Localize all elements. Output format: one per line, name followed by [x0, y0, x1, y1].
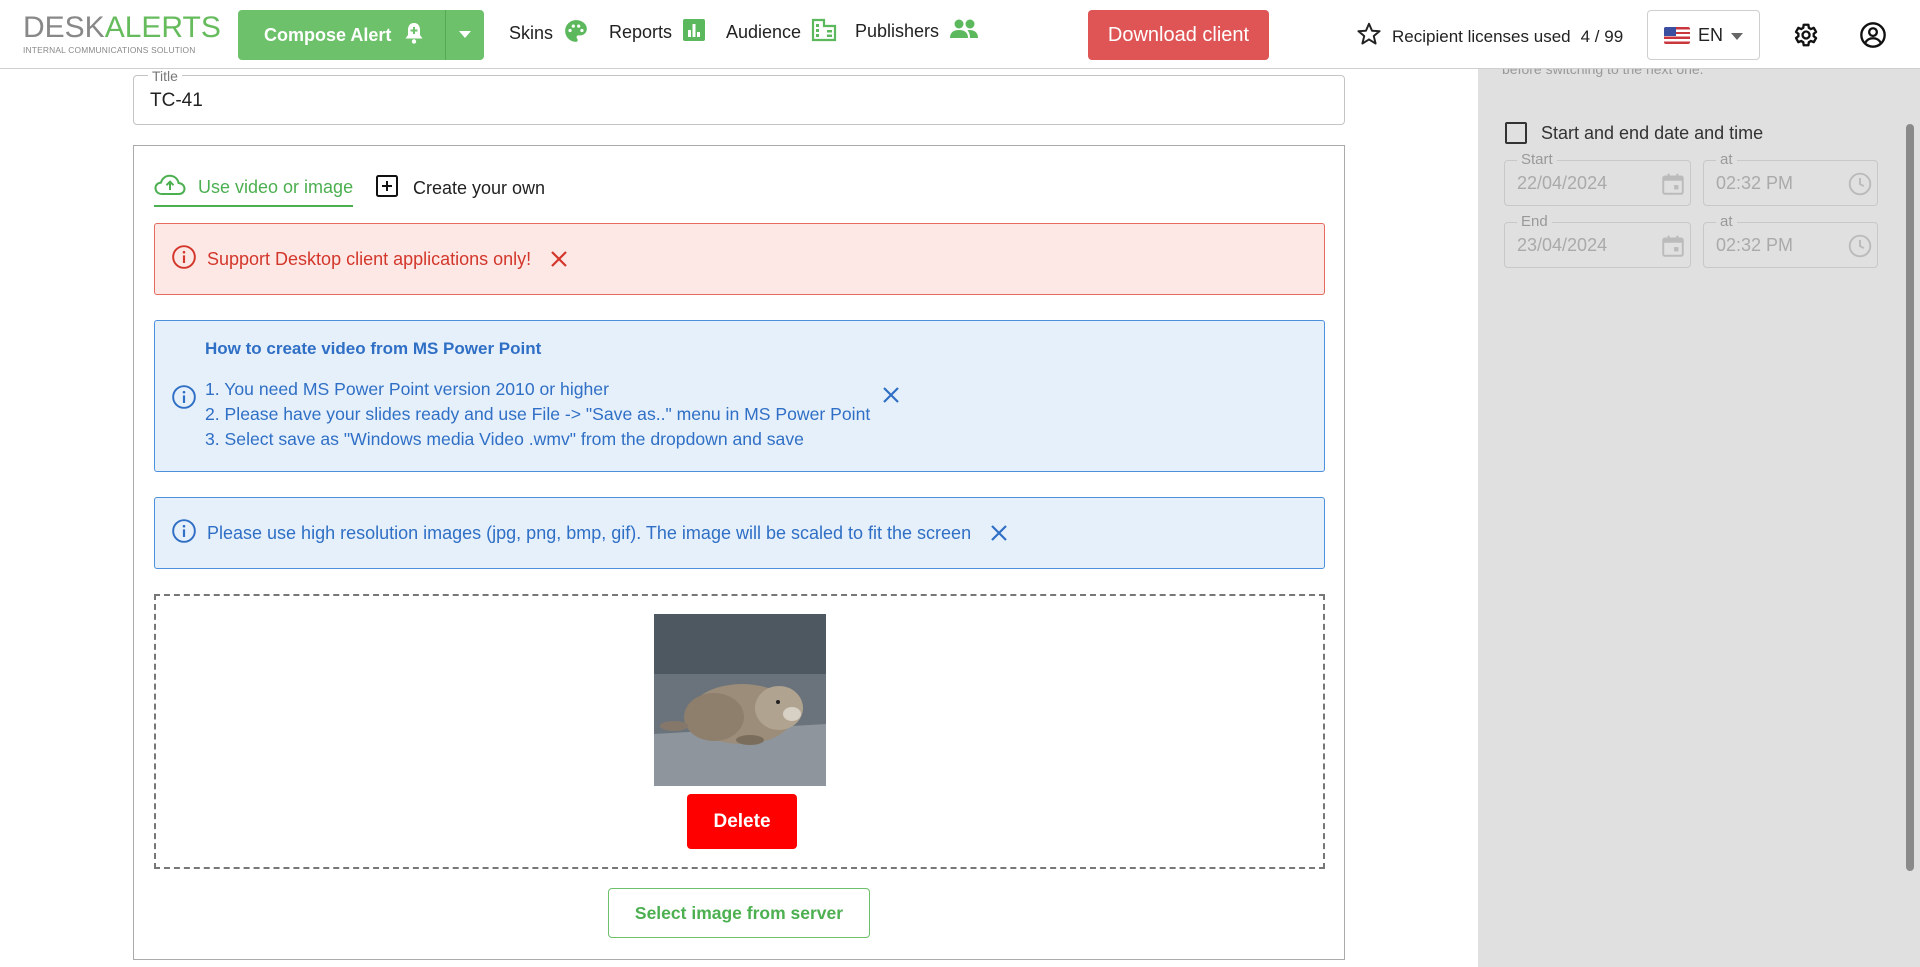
- bar-chart-icon: [682, 18, 706, 47]
- nav-audience-label: Audience: [726, 22, 802, 42]
- nav-reports[interactable]: Reports: [609, 18, 706, 47]
- add-box-icon: [375, 174, 399, 203]
- logo-text-alerts: ALERTS: [104, 11, 221, 44]
- info-icon: [171, 244, 197, 275]
- start-time-label: at: [1716, 151, 1737, 168]
- nav-publishers[interactable]: Publishers: [855, 18, 979, 45]
- top-navbar: DESKALERTS INTERNAL COMMUNICATIONS SOLUT…: [0, 0, 1920, 69]
- caret-down-icon: [1731, 25, 1743, 46]
- cloud-upload-icon: [154, 174, 186, 201]
- palette-icon: [563, 18, 589, 49]
- compose-alert-button[interactable]: Compose Alert: [238, 10, 447, 60]
- high-resolution-alert-text: Please use high resolution images (jpg, …: [207, 522, 972, 543]
- nav-reports-label: Reports: [609, 22, 673, 42]
- compose-alert-group: Compose Alert: [238, 10, 485, 60]
- licenses-value: 4 / 99: [1580, 26, 1624, 46]
- nav-skins[interactable]: Skins: [509, 18, 589, 49]
- settings-gear-icon[interactable]: [1789, 19, 1821, 51]
- tab-create-label: Create your own: [413, 178, 546, 198]
- language-select[interactable]: EN: [1647, 10, 1760, 60]
- download-client-button[interactable]: Download client: [1088, 10, 1269, 60]
- howto-steps: 1. You need MS Power Point version 2010 …: [205, 377, 870, 452]
- checkbox-box[interactable]: [1505, 122, 1527, 144]
- tab-use-label: Use video or image: [198, 177, 354, 197]
- desktop-only-alert: Support Desktop client applications only…: [154, 223, 1325, 295]
- start-end-datetime-label: Start and end date and time: [1541, 122, 1764, 143]
- info-icon: [171, 518, 197, 549]
- calendar-icon[interactable]: [1660, 171, 1686, 202]
- compose-alert-label: Compose Alert: [264, 24, 392, 45]
- title-field[interactable]: Title TC-41: [133, 68, 1345, 125]
- language-label: EN: [1697, 24, 1723, 45]
- delete-image-button[interactable]: Delete: [687, 794, 797, 849]
- howto-step: 2. Please have your slides ready and use…: [205, 404, 871, 424]
- recipient-licenses[interactable]: Recipient licenses used 4 / 99: [1356, 21, 1623, 52]
- caret-down-icon: [459, 26, 472, 44]
- end-date-label: End: [1517, 213, 1552, 230]
- page-scrollbar[interactable]: [1906, 124, 1914, 871]
- settings-side-panel: before switching to the next one. Start …: [1478, 61, 1920, 967]
- us-flag-icon: [1663, 26, 1690, 44]
- high-resolution-alert: Please use high resolution images (jpg, …: [154, 497, 1325, 569]
- uploaded-image-preview: [654, 614, 826, 786]
- people-icon: [949, 18, 979, 45]
- tab-use-video-or-image[interactable]: Use video or image: [154, 174, 354, 207]
- nav-skins-label: Skins: [509, 23, 554, 43]
- logo-tagline: INTERNAL COMMUNICATIONS SOLUTION: [23, 45, 196, 55]
- logo[interactable]: DESKALERTS INTERNAL COMMUNICATIONS SOLUT…: [23, 11, 221, 56]
- calendar-icon[interactable]: [1660, 233, 1686, 264]
- end-time-value: 02:32 PM: [1716, 235, 1794, 255]
- howto-step: 3. Select save as "Windows media Video .…: [205, 429, 804, 449]
- account-circle-icon[interactable]: [1857, 19, 1889, 51]
- close-icon[interactable]: [989, 523, 1009, 543]
- info-icon: [171, 384, 197, 415]
- end-time-field[interactable]: at 02:32 PM: [1703, 213, 1878, 268]
- end-time-label: at: [1716, 213, 1737, 230]
- compose-dropdown-button[interactable]: [446, 10, 485, 60]
- close-icon[interactable]: [881, 385, 901, 410]
- powerpoint-howto-alert: How to create video from MS Power Point …: [154, 320, 1325, 472]
- start-date-value: 22/04/2024: [1517, 173, 1608, 193]
- end-date-field[interactable]: End 23/04/2024: [1504, 213, 1691, 268]
- licenses-label: Recipient licenses used: [1392, 26, 1571, 46]
- nav-audience[interactable]: Audience: [726, 18, 837, 47]
- howto-title: How to create video from MS Power Point: [205, 339, 542, 358]
- clock-icon[interactable]: [1847, 233, 1873, 264]
- end-date-value: 23/04/2024: [1517, 235, 1608, 255]
- desktop-only-alert-text: Support Desktop client applications only…: [207, 248, 532, 269]
- start-date-field[interactable]: Start 22/04/2024: [1504, 151, 1691, 206]
- close-icon[interactable]: [549, 249, 569, 269]
- nav-publishers-label: Publishers: [855, 21, 940, 41]
- tab-create-your-own[interactable]: Create your own: [375, 174, 545, 203]
- start-time-value: 02:32 PM: [1716, 173, 1794, 193]
- clock-icon[interactable]: [1847, 171, 1873, 202]
- bell-plus-icon: [403, 21, 425, 50]
- start-date-label: Start: [1517, 151, 1557, 168]
- star-icon: [1356, 21, 1382, 52]
- title-field-legend: Title: [148, 68, 182, 84]
- image-dropzone[interactable]: Delete: [154, 594, 1325, 869]
- logo-text-desk: DESK: [23, 11, 105, 44]
- howto-step: 1. You need MS Power Point version 2010 …: [205, 379, 609, 399]
- start-end-datetime-checkbox[interactable]: Start and end date and time: [1505, 122, 1763, 144]
- content-card: Use video or image Create your own Suppo…: [133, 145, 1345, 960]
- start-time-field[interactable]: at 02:32 PM: [1703, 151, 1878, 206]
- select-image-from-server-button[interactable]: Select image from server: [608, 888, 870, 938]
- title-field-value: TC-41: [150, 90, 203, 111]
- building-icon: [811, 18, 837, 47]
